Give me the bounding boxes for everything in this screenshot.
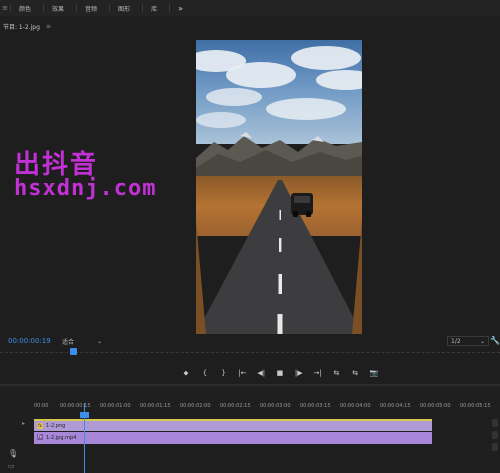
go-to-out-icon[interactable]: →| (312, 367, 324, 379)
cloud (291, 46, 361, 70)
menu-item-libraries[interactable]: 库 (143, 0, 169, 16)
scroll-handle[interactable] (492, 443, 498, 451)
watermark-line-2: hsxdnj.com (14, 176, 157, 201)
timeline-clip-video[interactable]: fx 1-2.jpg.mp4 (34, 432, 432, 444)
hamburger-icon[interactable]: ≡ (0, 0, 10, 16)
ruler-label: 00:00:01:00 (100, 403, 131, 409)
add-marker-icon[interactable]: ⬥ (180, 367, 192, 379)
jeep-wheel (306, 211, 311, 217)
chevron-down-icon: ⌄ (96, 337, 102, 345)
chevron-down-icon: ⌄ (479, 337, 485, 345)
ruler-label: 00:00 (34, 403, 49, 409)
divider (169, 4, 171, 12)
ruler-label: 00:00:01:15 (140, 403, 171, 409)
ruler-label: 00:00:05:00 (420, 403, 451, 409)
more-workspaces-button[interactable]: » (178, 4, 183, 13)
program-monitor-title: 节目: 1-2.jpg (3, 23, 40, 31)
cloud (266, 98, 346, 120)
stop-icon[interactable]: ■ (274, 367, 286, 379)
go-to-in-icon[interactable]: |← (236, 367, 248, 379)
ruler-label: 00:00:02:00 (180, 403, 211, 409)
clip-name: 1-2.jpg.mp4 (46, 435, 77, 441)
camera-icon[interactable]: 📷 (368, 367, 380, 379)
timeline-clip-image[interactable]: fx 1-2.png (34, 419, 432, 431)
clip-name: 1-2.png (46, 423, 66, 429)
transport-controls: ⬥ { } |← ◀| ■ |▶ →| ⇆ ⇆ 📷 (180, 366, 380, 380)
wrench-icon[interactable]: 🔧 (490, 336, 500, 345)
timeline-ruler[interactable]: 00:00 00:00:00:15 00:00:01:00 00:00:01:1… (34, 403, 500, 417)
mark-out-icon[interactable]: } (218, 367, 230, 379)
cloud (226, 62, 296, 88)
program-preview[interactable] (196, 40, 362, 334)
fx-badge-icon: fx (37, 423, 43, 429)
menu-item-effects[interactable]: 效果 (44, 0, 76, 16)
ruler-label: 00:00:03:00 (260, 403, 291, 409)
jeep-window (294, 196, 310, 203)
playback-resolution-select[interactable]: 1/2 ⌄ (447, 336, 489, 346)
workspace-menubar: ≡ 颜色 效果 音频 图形 库 » (0, 0, 500, 16)
menu-item-color[interactable]: 颜色 (11, 0, 43, 16)
program-monitor-tab[interactable]: 节目: 1-2.jpg ≡ (3, 20, 51, 32)
ruler-label: 00:00:02:15 (220, 403, 251, 409)
extract-icon[interactable]: ⇆ (349, 367, 361, 379)
ruler-label: 00:00:05:15 (460, 403, 491, 409)
ruler-label: 00:00:00:15 (60, 403, 91, 409)
playback-resolution-label: 1/2 (451, 337, 461, 345)
fx-badge-icon: fx (37, 434, 43, 440)
timeline-playhead-handle[interactable] (80, 412, 89, 418)
scroll-handle[interactable] (492, 431, 498, 439)
zoom-fit-select[interactable]: 适合 ⌄ (62, 336, 102, 346)
ruler-label: 00:00:04:15 (380, 403, 411, 409)
menu-item-audio[interactable]: 音频 (77, 0, 109, 16)
monitor-playhead[interactable] (70, 348, 77, 355)
track-lock-icon[interactable]: ▭ (8, 462, 15, 470)
cloud (206, 88, 262, 106)
step-back-icon[interactable]: ◀| (255, 367, 267, 379)
ruler-label: 00:00:04:00 (340, 403, 371, 409)
track-toggle-icon[interactable]: ▸ (22, 420, 25, 427)
scroll-handle[interactable] (492, 419, 498, 427)
timeline-scrollbar[interactable] (492, 419, 498, 473)
zoom-fit-label: 适合 (62, 338, 75, 346)
microphone-icon[interactable]: 🎙 (8, 449, 18, 458)
ruler-label: 00:00:03:15 (300, 403, 331, 409)
jeep-vehicle (291, 193, 313, 217)
menu-item-graphics[interactable]: 图形 (110, 0, 142, 16)
playhead-timecode[interactable]: 00:00:00:19 (8, 337, 51, 345)
panel-menu-icon[interactable]: ≡ (46, 23, 51, 30)
cloud (196, 112, 246, 128)
jeep-wheel (293, 211, 298, 217)
step-forward-icon[interactable]: |▶ (293, 367, 305, 379)
road (196, 180, 362, 334)
mark-in-icon[interactable]: { (199, 367, 211, 379)
lift-icon[interactable]: ⇆ (330, 367, 342, 379)
